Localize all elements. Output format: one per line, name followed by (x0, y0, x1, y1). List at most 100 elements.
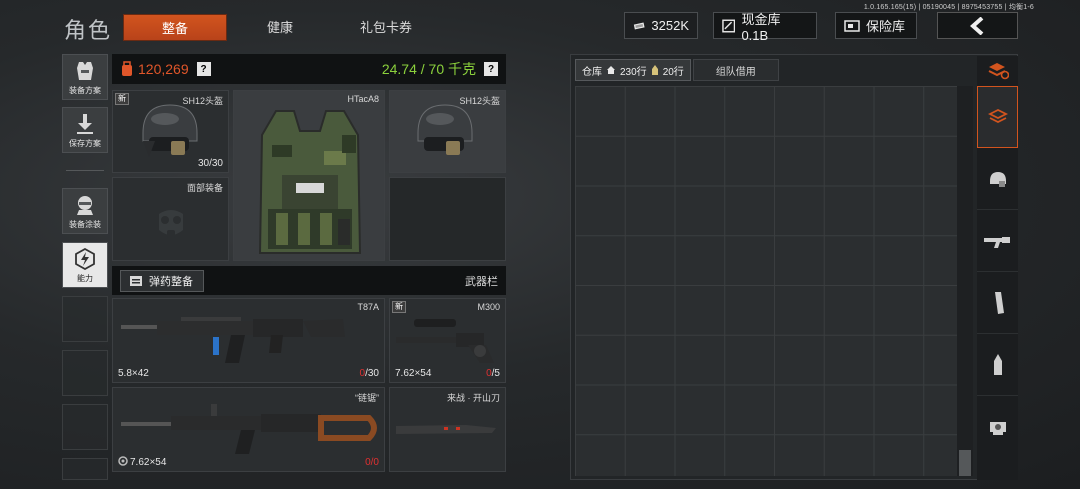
weight-display: 24.74 / 70 千克 (381, 61, 476, 77)
loadout-plan-label: 装备方案 (69, 86, 101, 95)
equip-paint-button[interactable]: 装备涂装 (62, 188, 108, 234)
primary-ammo-max: /30 (365, 368, 379, 379)
layers-refresh-icon (988, 63, 1009, 80)
tab-health[interactable]: 健康 (232, 14, 328, 41)
empty-menu-slot (62, 296, 108, 342)
save-plan-button[interactable]: 保存方案 (62, 107, 108, 153)
sniper-caliber: 7.62×54 (395, 368, 432, 379)
download-icon (77, 114, 93, 134)
filter-magazines[interactable] (977, 272, 1018, 334)
vest-icon (77, 62, 93, 80)
loadout-plan-button[interactable]: 装备方案 (62, 54, 108, 100)
ammo-type-icon (118, 456, 128, 466)
tab-loadout[interactable]: 整备 (123, 14, 227, 41)
warehouse-scrollbar[interactable] (957, 86, 973, 476)
helmet-skin-slot[interactable]: SH12头盔 (389, 90, 506, 173)
filter-guns[interactable] (977, 210, 1018, 272)
secondary-caliber: 7.62×54 (118, 456, 166, 468)
primary-ammo-count: 0/30 (360, 368, 379, 379)
filter-all[interactable] (977, 86, 1018, 148)
chevron-left-icon (969, 16, 983, 35)
empty-menu-slot (62, 350, 108, 396)
ammo-loadout-label: 弹药整备 (149, 275, 193, 288)
version-text: 1.0.165.165(15) | 05190045 | 8975453755 … (863, 4, 1034, 11)
helmet-durability: 30/30 (197, 158, 223, 169)
safe-box-label: 保险库 (866, 19, 906, 34)
empty-menu-slot (62, 404, 108, 450)
team-borrow-tab[interactable]: 组队借用 (692, 59, 779, 81)
filter-attachments[interactable] (977, 396, 1018, 458)
sniper-ammo-max: /5 (491, 368, 500, 379)
menu-divider (66, 170, 104, 171)
camo-vest-icon (258, 110, 362, 254)
warehouse-rows-extra: 20行 (662, 66, 684, 78)
secondary-caliber-text: 7.62×54 (130, 457, 167, 468)
empty-menu-slot (62, 458, 108, 480)
warehouse-rows-home: 230行 (620, 66, 647, 78)
lightning-hex-icon (75, 248, 95, 270)
warehouse-scroll-thumb[interactable] (959, 450, 971, 476)
weight-help-button[interactable]: ? (484, 62, 498, 76)
filter-gear[interactable] (977, 148, 1018, 210)
sort-button[interactable] (977, 56, 1018, 86)
vault-icon (722, 19, 736, 32)
secondary-ammo-count: 0/0 (365, 457, 379, 468)
backpack-icon (122, 61, 132, 76)
cash-vault-label: 现金库 0.1B (741, 11, 781, 43)
primary-caliber: 5.8×42 (118, 368, 149, 379)
equipment-value: 120,269 (138, 61, 189, 77)
weapon-bar-label: 武器栏 (465, 275, 498, 288)
cash-stack-icon (633, 22, 645, 29)
face-gear-label: 面部装备 (186, 183, 223, 193)
magazine-icon (994, 291, 1004, 314)
helmet-icon (142, 104, 198, 157)
face-gear-slot[interactable]: 面部装备 (112, 177, 229, 261)
value-help-button[interactable]: ? (196, 62, 211, 76)
equip-paint-label: 装备涂装 (69, 220, 101, 229)
primary-weapon-name: T87A (357, 302, 379, 312)
tab-gift-cards[interactable]: 礼包卡券 (342, 14, 430, 41)
money-display[interactable]: 3252K (624, 12, 698, 39)
money-amount: 3252K (651, 18, 689, 33)
sniper-weapon-name: M300 (477, 302, 500, 312)
layers-icon (987, 108, 1008, 124)
warehouse-header: 仓库 230行 20行 组队借用 (575, 59, 975, 81)
armor-slot[interactable]: HTacA8 (233, 90, 385, 261)
warehouse-tab-label: 仓库 (582, 66, 602, 78)
sniper-rifle-icon (396, 319, 494, 363)
ability-label: 能力 (77, 274, 93, 283)
back-button[interactable] (937, 12, 1018, 39)
melee-weapon-name: 来战 · 开山刀 (447, 393, 500, 403)
gun-icon (983, 236, 1010, 248)
ammo-loadout-button[interactable]: 弹药整备 (120, 269, 204, 292)
new-badge: 新 (392, 301, 406, 313)
primary-weapon-slot[interactable]: T87A 5.8×42 0/30 (112, 298, 385, 383)
helmet-gear-icon (989, 171, 1006, 187)
soldier-head-icon (77, 196, 93, 215)
bullet-icon (993, 353, 1002, 375)
ability-button[interactable]: 能力 (62, 242, 108, 288)
sniper-ammo-count: 0/5 (486, 368, 500, 379)
safe-box-button[interactable]: 保险库 (835, 12, 917, 39)
stats-bar: 120,269 ? 24.74 / 70 千克 ? (112, 54, 506, 84)
machete-icon (396, 425, 496, 434)
empty-gear-slot[interactable] (389, 177, 506, 261)
secondary-ammo-max: /0 (370, 457, 379, 468)
melee-weapon-slot[interactable]: 来战 · 开山刀 (389, 387, 506, 472)
rifle-icon (121, 317, 345, 363)
warehouse-tab[interactable]: 仓库 230行 20行 (575, 59, 691, 81)
gas-mask-icon (159, 210, 183, 238)
ammo-bar: 弹药整备 武器栏 (112, 266, 506, 295)
scope-attachment-icon (989, 422, 1006, 435)
armor-name: HTacA8 (347, 94, 379, 104)
chainsaw-rifle-icon (121, 404, 377, 454)
secondary-weapon-slot[interactable]: “链锯” 7.62×54 0/0 (112, 387, 385, 472)
warehouse-grid[interactable] (575, 86, 973, 476)
filter-ammo[interactable] (977, 334, 1018, 396)
safe-icon (844, 19, 860, 32)
sniper-weapon-slot[interactable]: 新 M300 7.62×54 0/5 (389, 298, 506, 383)
cash-vault-button[interactable]: 现金库 0.1B (713, 12, 817, 43)
helmet-slot[interactable]: 新 SH12头盔 30/30 (112, 90, 229, 173)
save-plan-label: 保存方案 (69, 139, 101, 148)
home-icon (607, 66, 615, 74)
